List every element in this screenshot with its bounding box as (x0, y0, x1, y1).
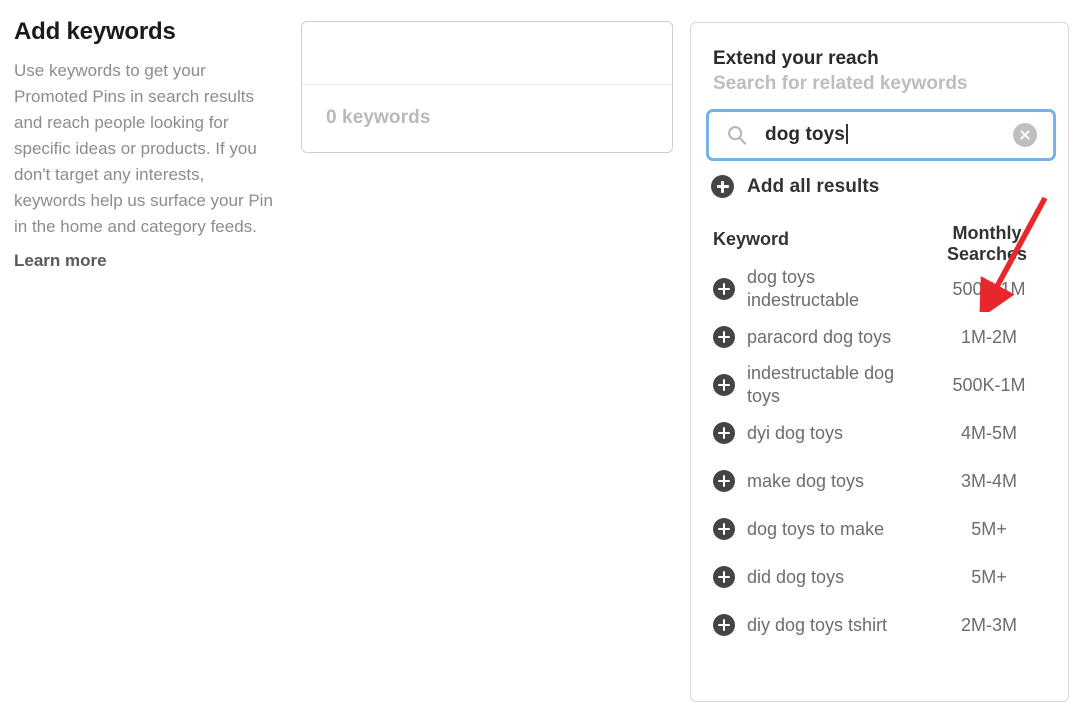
table-row[interactable]: diy dog toys tshirt2M-3M (691, 601, 1068, 649)
plus-circle-icon (713, 374, 735, 396)
clear-search-icon[interactable] (1013, 123, 1037, 147)
plus-circle-icon (713, 614, 735, 636)
add-keyword-button[interactable] (713, 278, 747, 300)
text-cursor (846, 124, 848, 144)
plus-circle-icon (711, 175, 734, 198)
add-keyword-button[interactable] (713, 470, 747, 492)
page-title: Add keywords (14, 18, 276, 46)
keyword-name: did dog toys (747, 566, 927, 589)
add-all-results-button[interactable]: Add all results (711, 175, 879, 198)
plus-circle-icon (713, 518, 735, 540)
keyword-monthly-searches: 2M-3M (927, 615, 1051, 636)
column-header-monthly-line2: Searches (927, 244, 1047, 265)
table-row[interactable]: dog toys to make5M+ (691, 505, 1068, 553)
column-header-keyword: Keyword (713, 223, 927, 265)
table-row[interactable]: paracord dog toys1M-2M (691, 313, 1068, 361)
keyword-name: paracord dog toys (747, 326, 927, 349)
search-icon (726, 124, 748, 146)
plus-circle-icon (713, 326, 735, 348)
extend-your-reach-panel: Extend your reach Search for related key… (690, 22, 1069, 702)
page-description: Use keywords to get your Promoted Pins i… (14, 58, 276, 240)
reach-panel-header: Extend your reach Search for related key… (691, 23, 1068, 97)
keyword-name: dog toys to make (747, 518, 927, 541)
keyword-name: dyi dog toys (747, 422, 927, 445)
keyword-results-table: Keyword Monthly Searches dog toys indest… (691, 223, 1068, 649)
selected-keywords-count: 0 keywords (302, 85, 672, 129)
add-keyword-button[interactable] (713, 566, 747, 588)
table-rows-container: dog toys indestructable500K-1Mparacord d… (691, 265, 1068, 649)
keyword-monthly-searches: 5M+ (927, 519, 1051, 540)
search-input-text: dog toys (765, 124, 845, 145)
keyword-name: diy dog toys tshirt (747, 614, 927, 637)
reach-panel-title: Extend your reach (713, 47, 1068, 71)
learn-more-link[interactable]: Learn more (14, 248, 107, 274)
plus-circle-icon (713, 422, 735, 444)
table-row[interactable]: dyi dog toys4M-5M (691, 409, 1068, 457)
column-header-monthly-searches: Monthly Searches (927, 223, 1047, 265)
keyword-name: make dog toys (747, 470, 927, 493)
reach-panel-subtitle: Search for related keywords (713, 71, 1068, 97)
plus-circle-icon (713, 278, 735, 300)
table-row[interactable]: make dog toys3M-4M (691, 457, 1068, 505)
add-all-results-label: Add all results (747, 176, 879, 198)
add-keyword-button[interactable] (713, 326, 747, 348)
add-keyword-button[interactable] (713, 518, 747, 540)
search-input-value[interactable]: dog toys (765, 124, 1013, 146)
column-header-monthly-line1: Monthly (927, 223, 1047, 244)
keyword-monthly-searches: 500K-1M (927, 279, 1051, 300)
keyword-entry-input[interactable] (302, 22, 672, 85)
add-keyword-button[interactable] (713, 374, 747, 396)
keyword-monthly-searches: 4M-5M (927, 423, 1051, 444)
add-keyword-button[interactable] (713, 614, 747, 636)
table-row[interactable]: dog toys indestructable500K-1M (691, 265, 1068, 313)
keyword-monthly-searches: 3M-4M (927, 471, 1051, 492)
add-keyword-button[interactable] (713, 422, 747, 444)
table-row[interactable]: indestructable dog toys500K-1M (691, 361, 1068, 409)
keyword-name: dog toys indestructable (747, 266, 927, 312)
keyword-name: indestructable dog toys (747, 362, 927, 408)
table-header-row: Keyword Monthly Searches (691, 223, 1068, 265)
keyword-search-field[interactable]: dog toys (706, 109, 1056, 161)
table-row[interactable]: did dog toys5M+ (691, 553, 1068, 601)
keyword-monthly-searches: 1M-2M (927, 327, 1051, 348)
plus-circle-icon (713, 566, 735, 588)
add-keywords-info-column: Add keywords Use keywords to get your Pr… (14, 18, 276, 274)
selected-keywords-panel: 0 keywords (301, 21, 673, 153)
keyword-monthly-searches: 5M+ (927, 567, 1051, 588)
keyword-monthly-searches: 500K-1M (927, 375, 1051, 396)
plus-circle-icon (713, 470, 735, 492)
